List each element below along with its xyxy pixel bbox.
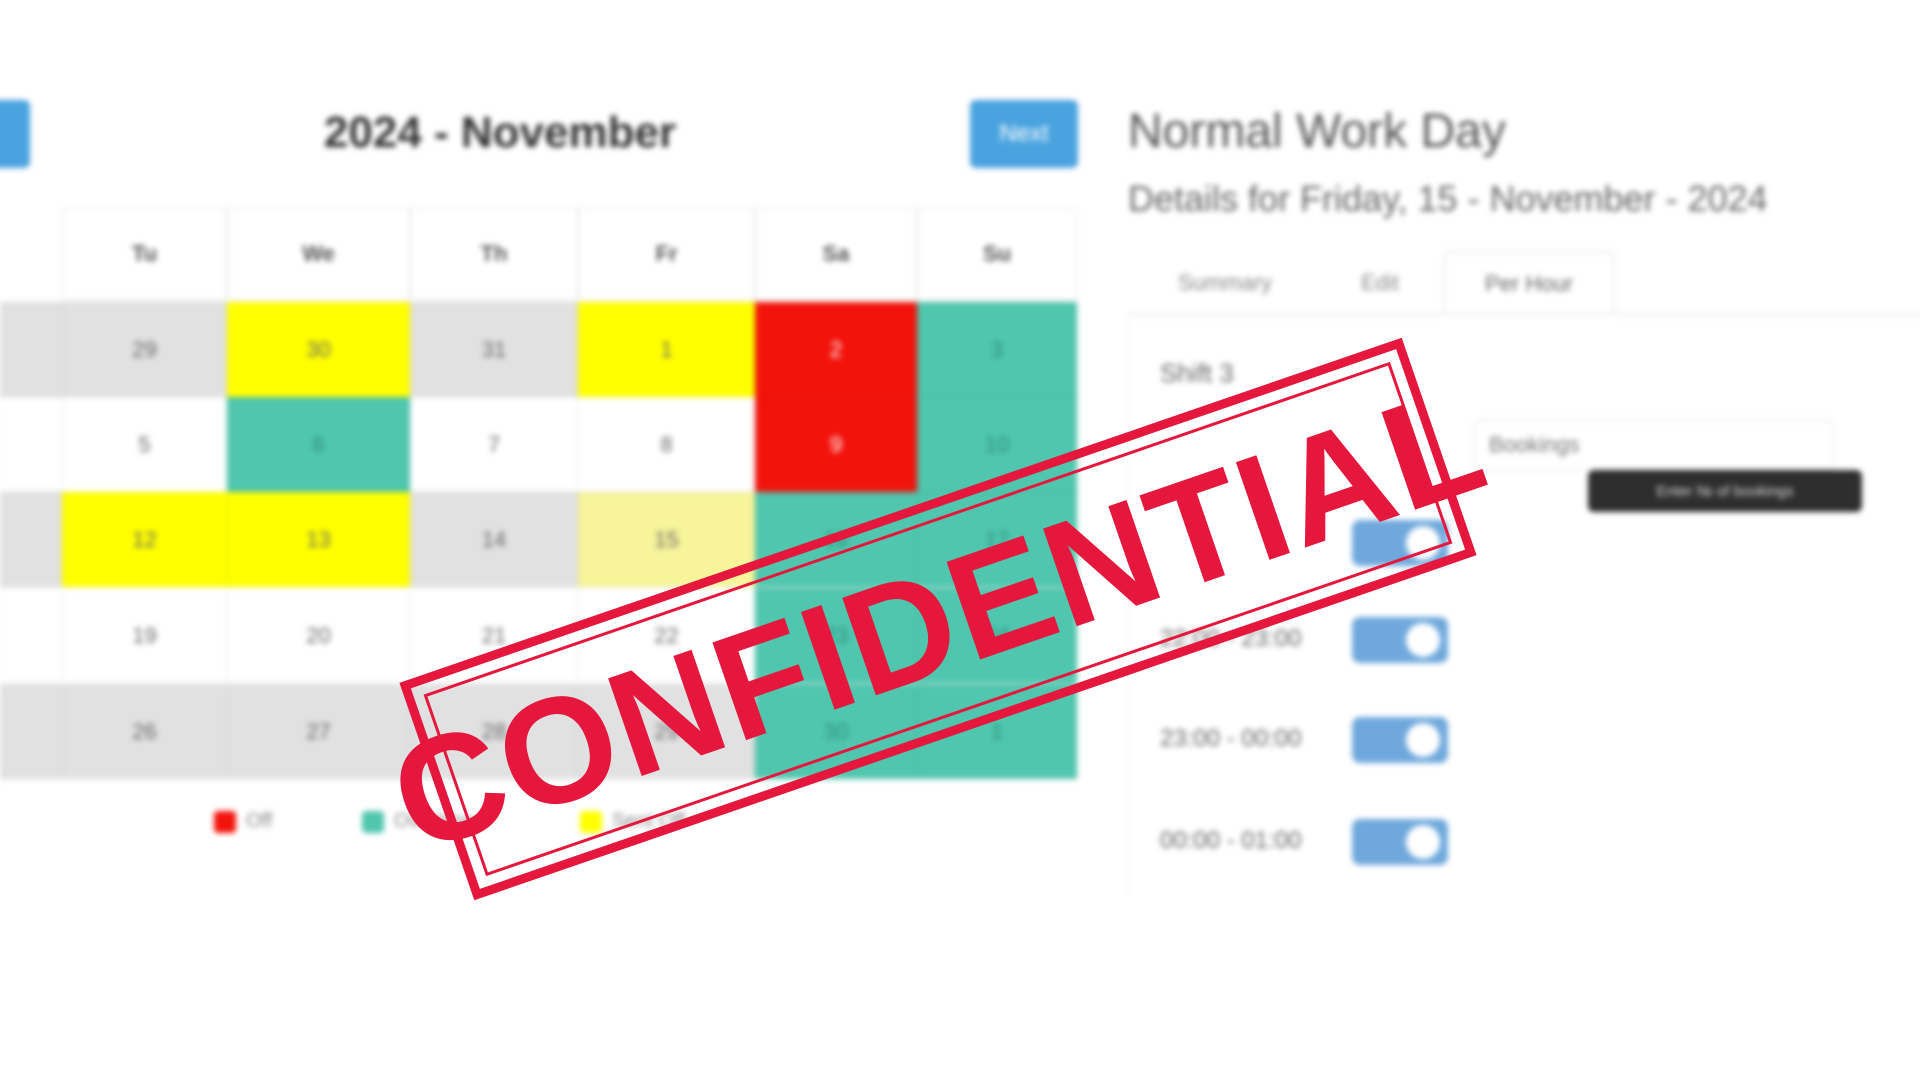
legend-swatch: [362, 810, 384, 833]
calendar-day-cell[interactable]: 6: [227, 397, 410, 492]
calendar-day-cell[interactable]: 26: [62, 684, 227, 779]
legend-label: Off: [246, 810, 273, 832]
tab-summary[interactable]: Summary: [1150, 252, 1300, 314]
calendar-day-cell[interactable]: 14: [410, 492, 578, 587]
toggle-knob: [1406, 623, 1440, 657]
weekday-header: Th: [410, 208, 578, 300]
weekday-header: Fr: [578, 208, 755, 300]
calendar-day-cell[interactable]: 19: [62, 588, 227, 683]
bookings-input[interactable]: [1474, 420, 1834, 470]
details-subtitle: Details for Friday, 15 - November - 2024: [1128, 178, 1768, 219]
previous-month-button[interactable]: [0, 100, 30, 168]
calendar-day-cell[interactable]: 3: [917, 302, 1077, 397]
weekday-header: Sa: [755, 208, 917, 300]
app-root: 2024 - November Next Tu We Th Fr Sa Su 29 30 31…: [0, 0, 1920, 1080]
calendar-day-cell[interactable]: 13: [227, 492, 410, 587]
calendar-day-cell[interactable]: 29: [62, 302, 227, 397]
calendar-day-cell[interactable]: 30: [227, 302, 410, 397]
calendar-day-cell[interactable]: [0, 492, 62, 587]
slot-toggle[interactable]: [1352, 617, 1448, 663]
calendar-day-cell[interactable]: 2: [755, 302, 917, 397]
month-title: 2024 - November: [323, 108, 677, 157]
calendar-day-cell[interactable]: 9: [755, 397, 917, 492]
weekday-header: Tu: [62, 208, 227, 300]
calendar-day-cell[interactable]: 7: [410, 397, 578, 492]
weekday-header: We: [227, 208, 410, 300]
tab-edit[interactable]: Edit: [1320, 252, 1440, 314]
calendar-day-cell[interactable]: 8: [578, 397, 755, 492]
shift-label: Shift 3: [1160, 358, 1234, 388]
calendar-day-cell[interactable]: 5: [62, 397, 227, 492]
slot-toggle[interactable]: [1352, 717, 1448, 763]
toggle-knob: [1406, 723, 1440, 757]
calendar-day-cell[interactable]: [0, 397, 62, 492]
legend-item: Off: [214, 810, 272, 833]
calendar-day-cell[interactable]: 12: [62, 492, 227, 587]
tab-per-hour[interactable]: Per Hour: [1444, 252, 1614, 314]
slot-toggle[interactable]: [1352, 819, 1448, 865]
time-slot-label: 00:00 - 01:00: [1160, 827, 1302, 854]
calendar-day-cell[interactable]: 20: [227, 588, 410, 683]
calendar-day-cell[interactable]: [0, 588, 62, 683]
next-month-button[interactable]: Next: [970, 100, 1078, 168]
legend-swatch: [214, 810, 236, 833]
calendar-day-cell[interactable]: 31: [410, 302, 578, 397]
weekday-header: Su: [917, 208, 1077, 300]
calendar-day-cell[interactable]: [0, 684, 62, 779]
calendar-day-cell[interactable]: 1: [578, 302, 755, 397]
toggle-knob: [1406, 825, 1440, 859]
time-slot-label: 23:00 - 00:00: [1160, 725, 1302, 752]
bookings-tooltip: Enter № of bookings: [1588, 470, 1862, 512]
day-type-title: Normal Work Day: [1128, 105, 1506, 158]
calendar-day-cell[interactable]: [0, 302, 62, 397]
